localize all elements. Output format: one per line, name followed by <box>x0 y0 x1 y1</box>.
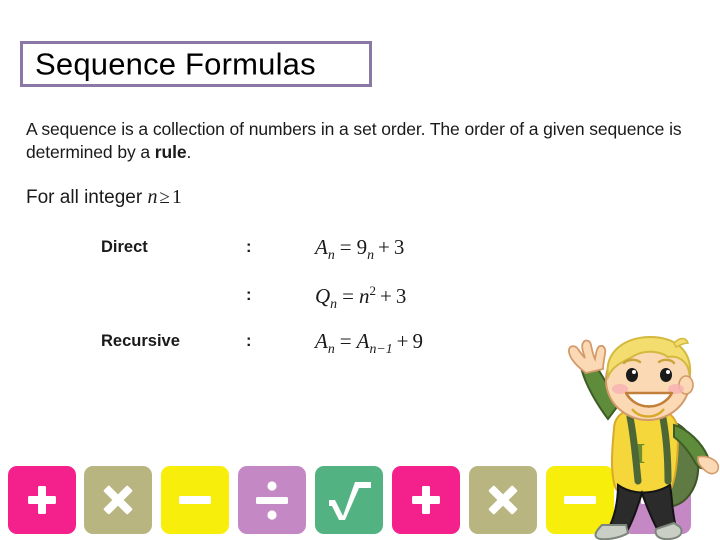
formula-colon: : <box>246 286 252 304</box>
formula-rhs-term: A <box>356 329 370 353</box>
square-root-icon <box>329 482 371 520</box>
formula-equals: = <box>339 329 352 353</box>
multiply-icon <box>488 485 518 515</box>
formula-operator: + <box>396 329 409 353</box>
formula-constant: 9 <box>412 329 424 353</box>
formula-lhs: A <box>315 235 328 259</box>
math-tile-minus <box>161 466 229 534</box>
formula-expression-recursive: An = An−1 +9 <box>315 329 423 357</box>
formula-colon: : <box>246 332 252 350</box>
math-tile-plus <box>8 466 76 534</box>
formula-equals: = <box>339 235 352 259</box>
page-title-box: Sequence Formulas <box>20 41 372 87</box>
formula-expression-quadratic: Qn = n2 +3 <box>315 283 406 312</box>
plus-icon <box>412 486 440 514</box>
condition-line: For all integer n ≥1 <box>26 186 182 209</box>
divide-icon <box>256 481 288 520</box>
math-tile-square-root <box>315 466 383 534</box>
body-paragraph: A sequence is a collection of numbers in… <box>26 118 702 165</box>
formula-rhs-term: 9 <box>356 235 368 259</box>
minus-icon <box>179 496 211 504</box>
condition-value: 1 <box>171 186 182 208</box>
formula-rhs-subscript: n−1 <box>369 341 393 357</box>
formula-colon: : <box>246 238 252 256</box>
body-text-leading: A sequence is a collection of numbers in… <box>26 119 682 163</box>
formula-operator: + <box>378 235 390 259</box>
page-title: Sequence Formulas <box>35 46 316 82</box>
formula-label-direct: Direct <box>101 238 148 256</box>
math-tile-multiply <box>469 466 537 534</box>
formula-lhs: Q <box>315 284 331 308</box>
formula-lhs-subscript: n <box>327 341 335 357</box>
multiply-icon <box>103 485 133 515</box>
formula-lhs-subscript: n <box>327 247 335 263</box>
math-tile-divide <box>238 466 306 534</box>
formula-label-recursive: Recursive <box>101 332 180 350</box>
formula-row: Direct : An = 9n +3 <box>0 235 720 272</box>
formula-lhs: A <box>315 329 328 353</box>
cartoon-boy-illustration: I <box>556 333 720 540</box>
condition-operator: ≥ <box>159 187 170 208</box>
formula-equals: = <box>342 284 354 308</box>
formula-constant: 3 <box>395 284 407 308</box>
formula-operator: + <box>379 284 392 308</box>
plus-icon <box>28 486 56 514</box>
formula-expression-direct: An = 9n +3 <box>315 235 404 263</box>
formula-rhs-term: n <box>358 284 370 308</box>
condition-variable: n <box>147 186 158 208</box>
formula-rhs-exponent: 2 <box>369 283 376 298</box>
formula-rhs-subscript: n <box>367 247 375 263</box>
formula-constant: 3 <box>393 235 405 259</box>
math-tile-multiply <box>84 466 152 534</box>
slide-canvas: Sequence Formulas A sequence is a collec… <box>0 0 720 540</box>
formula-row: : Qn = n2 +3 <box>0 283 720 320</box>
condition-prefix: For all integer <box>26 187 143 208</box>
body-text-emphasis: rule <box>154 142 187 163</box>
math-tile-plus <box>392 466 460 534</box>
body-text-trailing: . <box>186 142 192 163</box>
